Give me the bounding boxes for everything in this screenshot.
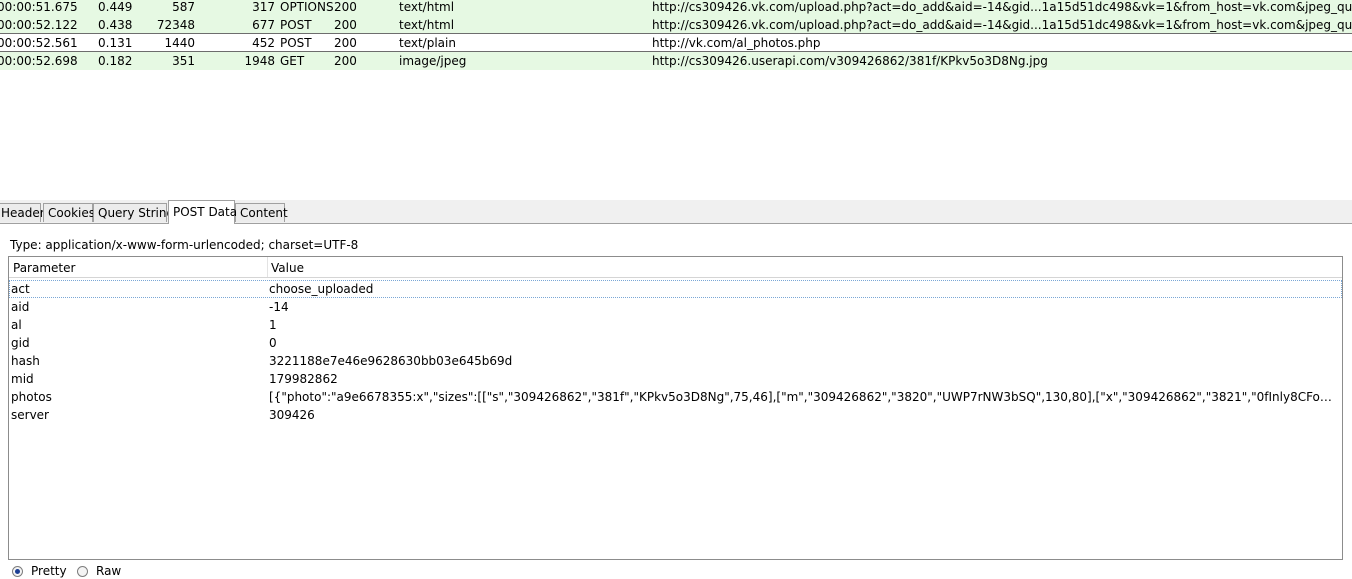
post-data-grid[interactable]: Parameter Value act choose_uploaded aid … bbox=[8, 256, 1343, 560]
session-url: http://vk.com/al_photos.php bbox=[652, 36, 821, 50]
session-time: 00:00:52.122 bbox=[0, 18, 78, 32]
table-row[interactable]: aid -14 bbox=[9, 298, 1342, 316]
session-status: 200 bbox=[334, 36, 357, 50]
session-duration: 0.182 bbox=[98, 54, 133, 68]
param-value: 1 bbox=[269, 318, 277, 332]
http-inspector: 00:00:51.675 0.449 587 317 OPTIONS 200 t… bbox=[0, 0, 1352, 579]
session-duration: 0.438 bbox=[98, 18, 133, 32]
session-url: http://cs309426.vk.com/upload.php?act=do… bbox=[652, 18, 1352, 32]
session-method: POST bbox=[280, 36, 312, 50]
param-value: 3221188e7e46e9628630bb03e645b69d bbox=[269, 354, 513, 368]
table-row[interactable]: server 309426 bbox=[9, 406, 1342, 424]
param-name: mid bbox=[11, 372, 34, 386]
param-name: act bbox=[11, 282, 30, 296]
table-row[interactable]: act choose_uploaded bbox=[9, 280, 1342, 298]
session-received: 1440 bbox=[164, 36, 195, 50]
session-type: image/jpeg bbox=[399, 54, 467, 68]
session-type: text/html bbox=[399, 18, 455, 32]
param-value: 0 bbox=[269, 336, 277, 350]
param-value: 309426 bbox=[269, 408, 315, 422]
session-time: 00:00:52.561 bbox=[0, 36, 78, 50]
param-value: -14 bbox=[269, 300, 289, 314]
session-duration: 0.449 bbox=[98, 0, 133, 14]
session-method: OPTIONS bbox=[280, 0, 334, 14]
session-time: 00:00:52.698 bbox=[0, 54, 78, 68]
session-status: 200 bbox=[334, 0, 357, 14]
grid-header: Parameter Value bbox=[9, 257, 1342, 278]
post-data-panel: Type: application/x-www-form-urlencoded;… bbox=[0, 224, 1352, 579]
session-status: 200 bbox=[334, 54, 357, 68]
raw-label[interactable]: Raw bbox=[96, 564, 121, 579]
table-row[interactable]: mid 179982862 bbox=[9, 370, 1342, 388]
session-row-selected[interactable]: 00:00:52.561 0.131 1440 452 POST 200 tex… bbox=[0, 33, 1352, 52]
detail-tab-strip: Headers Cookies Query String POST Data C… bbox=[0, 200, 1352, 224]
param-name: photos bbox=[11, 390, 52, 404]
session-received: 587 bbox=[172, 0, 195, 14]
param-name: aid bbox=[11, 300, 30, 314]
table-row[interactable]: photos [{"photo":"a9e6678355:x","sizes":… bbox=[9, 388, 1342, 406]
column-divider[interactable] bbox=[267, 257, 268, 277]
session-sent: 677 bbox=[252, 18, 275, 32]
session-list: 00:00:51.675 0.449 587 317 OPTIONS 200 t… bbox=[0, 0, 1352, 196]
table-row[interactable]: al 1 bbox=[9, 316, 1342, 334]
param-name: server bbox=[11, 408, 49, 422]
session-time: 00:00:51.675 bbox=[0, 0, 78, 14]
param-name: gid bbox=[11, 336, 30, 350]
session-type: text/plain bbox=[399, 36, 456, 50]
session-method: POST bbox=[280, 18, 312, 32]
radio-unselected-icon[interactable] bbox=[77, 566, 88, 577]
param-value: choose_uploaded bbox=[269, 282, 374, 296]
session-url: http://cs309426.vk.com/upload.php?act=do… bbox=[652, 0, 1352, 14]
table-row[interactable]: hash 3221188e7e46e9628630bb03e645b69d bbox=[9, 352, 1342, 370]
tab-post-data[interactable]: POST Data bbox=[168, 200, 237, 224]
session-status: 200 bbox=[334, 18, 357, 32]
column-header-parameter[interactable]: Parameter bbox=[13, 260, 75, 276]
session-duration: 0.131 bbox=[98, 36, 133, 50]
param-name: al bbox=[11, 318, 22, 332]
view-mode-options: Pretty Raw bbox=[0, 564, 400, 579]
session-received: 72348 bbox=[156, 18, 195, 32]
session-type: text/html bbox=[399, 0, 455, 14]
session-sent: 452 bbox=[252, 36, 275, 50]
session-row[interactable]: 00:00:52.122 0.438 72348 677 POST 200 te… bbox=[0, 16, 1352, 34]
pretty-label[interactable]: Pretty bbox=[31, 564, 67, 579]
tab-query-string[interactable]: Query String bbox=[93, 203, 174, 222]
param-name: hash bbox=[11, 354, 40, 368]
radio-selected-icon[interactable] bbox=[12, 566, 23, 577]
tab-headers[interactable]: Headers bbox=[0, 203, 51, 222]
session-sent: 1948 bbox=[244, 54, 275, 68]
session-received: 351 bbox=[172, 54, 195, 68]
session-url: http://cs309426.userapi.com/v309426862/3… bbox=[652, 54, 1048, 68]
session-sent: 317 bbox=[252, 0, 275, 14]
tab-cookies[interactable]: Cookies bbox=[43, 203, 95, 222]
session-method: GET bbox=[280, 54, 305, 68]
table-row[interactable]: gid 0 bbox=[9, 334, 1342, 352]
param-value: [{"photo":"a9e6678355:x","sizes":[["s","… bbox=[269, 390, 1339, 404]
param-value: 179982862 bbox=[269, 372, 338, 386]
session-row[interactable]: 00:00:52.698 0.182 351 1948 GET 200 imag… bbox=[0, 52, 1352, 70]
column-header-value[interactable]: Value bbox=[271, 260, 304, 276]
tab-content[interactable]: Content bbox=[235, 203, 288, 222]
content-type-label: Type: application/x-www-form-urlencoded;… bbox=[10, 238, 359, 252]
session-row[interactable]: 00:00:51.675 0.449 587 317 OPTIONS 200 t… bbox=[0, 0, 1352, 16]
